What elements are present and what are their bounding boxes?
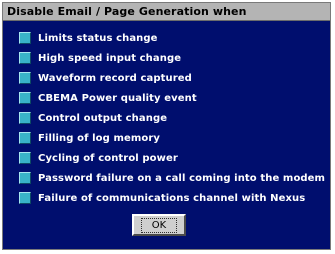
option-checkbox[interactable] <box>19 172 31 184</box>
option-control-output-change[interactable]: Control output change <box>19 110 167 126</box>
option-label: Filling of log memory <box>38 132 160 144</box>
option-label: Waveform record captured <box>38 72 192 84</box>
option-label: Password failure on a call coming into t… <box>38 172 326 184</box>
option-cycling-of-control-power[interactable]: Cycling of control power <box>19 150 178 166</box>
option-label: High speed input change <box>38 52 182 64</box>
option-checkbox[interactable] <box>19 32 31 44</box>
option-high-speed-input-change[interactable]: High speed input change <box>19 50 181 66</box>
option-label: Limits status change <box>38 32 158 44</box>
option-checkbox[interactable] <box>19 52 31 64</box>
option-checkbox[interactable] <box>19 152 31 164</box>
option-waveform-record-captured[interactable]: Waveform record captured <box>19 70 192 86</box>
option-password-failure-modem[interactable]: Password failure on a call coming into t… <box>19 170 325 186</box>
option-label: Failure of communications channel with N… <box>38 192 306 204</box>
option-checkbox[interactable] <box>19 192 31 204</box>
ok-button-label: OK <box>140 217 178 233</box>
dialog-title: Disable Email / Page Generation when <box>7 5 247 18</box>
option-cbema-power-quality-event[interactable]: CBEMA Power quality event <box>19 90 197 106</box>
option-checkbox[interactable] <box>19 132 31 144</box>
dialog-titlebar: Disable Email / Page Generation when <box>3 3 330 21</box>
option-checkbox[interactable] <box>19 92 31 104</box>
option-checkbox[interactable] <box>19 72 31 84</box>
disable-email-page-dialog: Disable Email / Page Generation when Lim… <box>2 2 331 250</box>
option-label: Cycling of control power <box>38 152 178 164</box>
option-failure-comms-channel-nexus[interactable]: Failure of communications channel with N… <box>19 190 305 206</box>
option-checkbox[interactable] <box>19 112 31 124</box>
option-limits-status-change[interactable]: Limits status change <box>19 30 158 46</box>
option-filling-of-log-memory[interactable]: Filling of log memory <box>19 130 160 146</box>
ok-button[interactable]: OK <box>132 214 186 236</box>
option-label: Control output change <box>38 112 168 124</box>
option-label: CBEMA Power quality event <box>38 92 197 104</box>
